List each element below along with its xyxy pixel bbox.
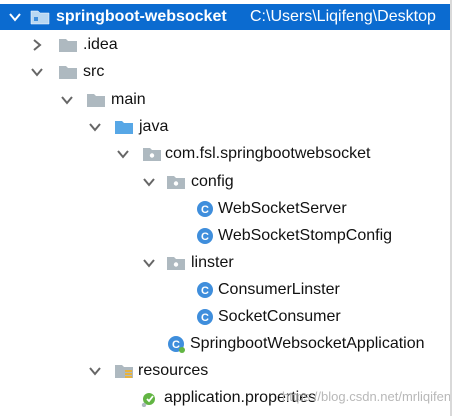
chevron-down-icon[interactable] bbox=[60, 93, 74, 107]
tree-row-root[interactable]: springboot-websocket C:\Users\Liqifeng\D… bbox=[0, 4, 452, 30]
resources-folder-icon bbox=[115, 365, 133, 378]
svg-text:C: C bbox=[201, 312, 209, 324]
class-icon: C bbox=[197, 228, 213, 244]
tree-row-websocket-server[interactable]: C WebSocketServer bbox=[0, 196, 452, 222]
root-project-path: C:\Users\Liqifeng\Desktop bbox=[250, 8, 436, 25]
linster-package-label: linster bbox=[191, 254, 234, 271]
chevron-down-icon[interactable] bbox=[8, 10, 22, 24]
package-icon bbox=[167, 257, 185, 270]
config-package-label: config bbox=[191, 173, 234, 190]
folder-icon bbox=[59, 66, 77, 79]
watermark: https://blog.csdn.net/mrliqifeng bbox=[282, 389, 452, 404]
main-folder-label: main bbox=[111, 91, 146, 108]
tree-row-main[interactable]: main bbox=[0, 87, 452, 113]
tree-row-config[interactable]: config bbox=[0, 169, 452, 195]
svg-text:C: C bbox=[201, 231, 209, 243]
resources-folder-label: resources bbox=[138, 362, 209, 379]
package-icon bbox=[143, 148, 161, 161]
tree-row-resources[interactable]: resources bbox=[0, 358, 452, 384]
idea-folder-label: .idea bbox=[83, 36, 118, 53]
tree-row-linster[interactable]: linster bbox=[0, 250, 452, 276]
class-icon: C bbox=[197, 201, 213, 217]
chevron-right-icon[interactable] bbox=[30, 38, 44, 52]
folder-icon bbox=[87, 94, 105, 107]
tree-row-idea[interactable]: .idea bbox=[0, 32, 452, 58]
module-folder-icon bbox=[30, 10, 50, 25]
svg-text:C: C bbox=[201, 204, 209, 216]
svg-text:C: C bbox=[201, 285, 209, 297]
tree-row-websocket-stomp-config[interactable]: C WebSocketStompConfig bbox=[0, 223, 452, 249]
tree-row-socket-consumer[interactable]: C SocketConsumer bbox=[0, 304, 452, 330]
tree-row-src[interactable]: src bbox=[0, 59, 452, 85]
properties-file-icon bbox=[141, 393, 155, 407]
class-icon: C bbox=[197, 309, 213, 325]
application-class-label: SpringbootWebsocketApplication bbox=[190, 335, 425, 352]
root-project-label: springboot-websocket bbox=[56, 8, 227, 25]
websocket-stomp-config-label: WebSocketStompConfig bbox=[218, 227, 393, 244]
chevron-down-icon[interactable] bbox=[142, 175, 156, 189]
chevron-down-icon[interactable] bbox=[116, 147, 130, 161]
source-folder-icon bbox=[115, 121, 133, 134]
socket-consumer-label: SocketConsumer bbox=[218, 308, 341, 325]
spring-boot-class-icon: C bbox=[168, 336, 185, 353]
package-icon bbox=[167, 176, 185, 189]
chevron-down-icon[interactable] bbox=[142, 256, 156, 270]
chevron-down-icon[interactable] bbox=[30, 65, 44, 79]
tree-row-application-class[interactable]: C SpringbootWebsocketApplication bbox=[0, 331, 452, 357]
package-label: com.fsl.springbootwebsocket bbox=[165, 145, 371, 162]
consumer-linster-label: ConsumerLinster bbox=[218, 281, 340, 298]
src-folder-label: src bbox=[83, 63, 105, 80]
chevron-down-icon[interactable] bbox=[88, 120, 102, 134]
project-tree: springboot-websocket C:\Users\Liqifeng\D… bbox=[0, 0, 452, 416]
tree-row-consumer-linster[interactable]: C ConsumerLinster bbox=[0, 277, 452, 303]
websocket-server-label: WebSocketServer bbox=[218, 200, 347, 217]
tree-row-package[interactable]: com.fsl.springbootwebsocket bbox=[0, 141, 452, 167]
java-folder-label: java bbox=[139, 118, 169, 135]
svg-text:C: C bbox=[172, 339, 180, 351]
chevron-down-icon[interactable] bbox=[88, 364, 102, 378]
tree-row-java[interactable]: java bbox=[0, 114, 452, 140]
class-icon: C bbox=[197, 282, 213, 298]
folder-icon bbox=[59, 39, 77, 52]
